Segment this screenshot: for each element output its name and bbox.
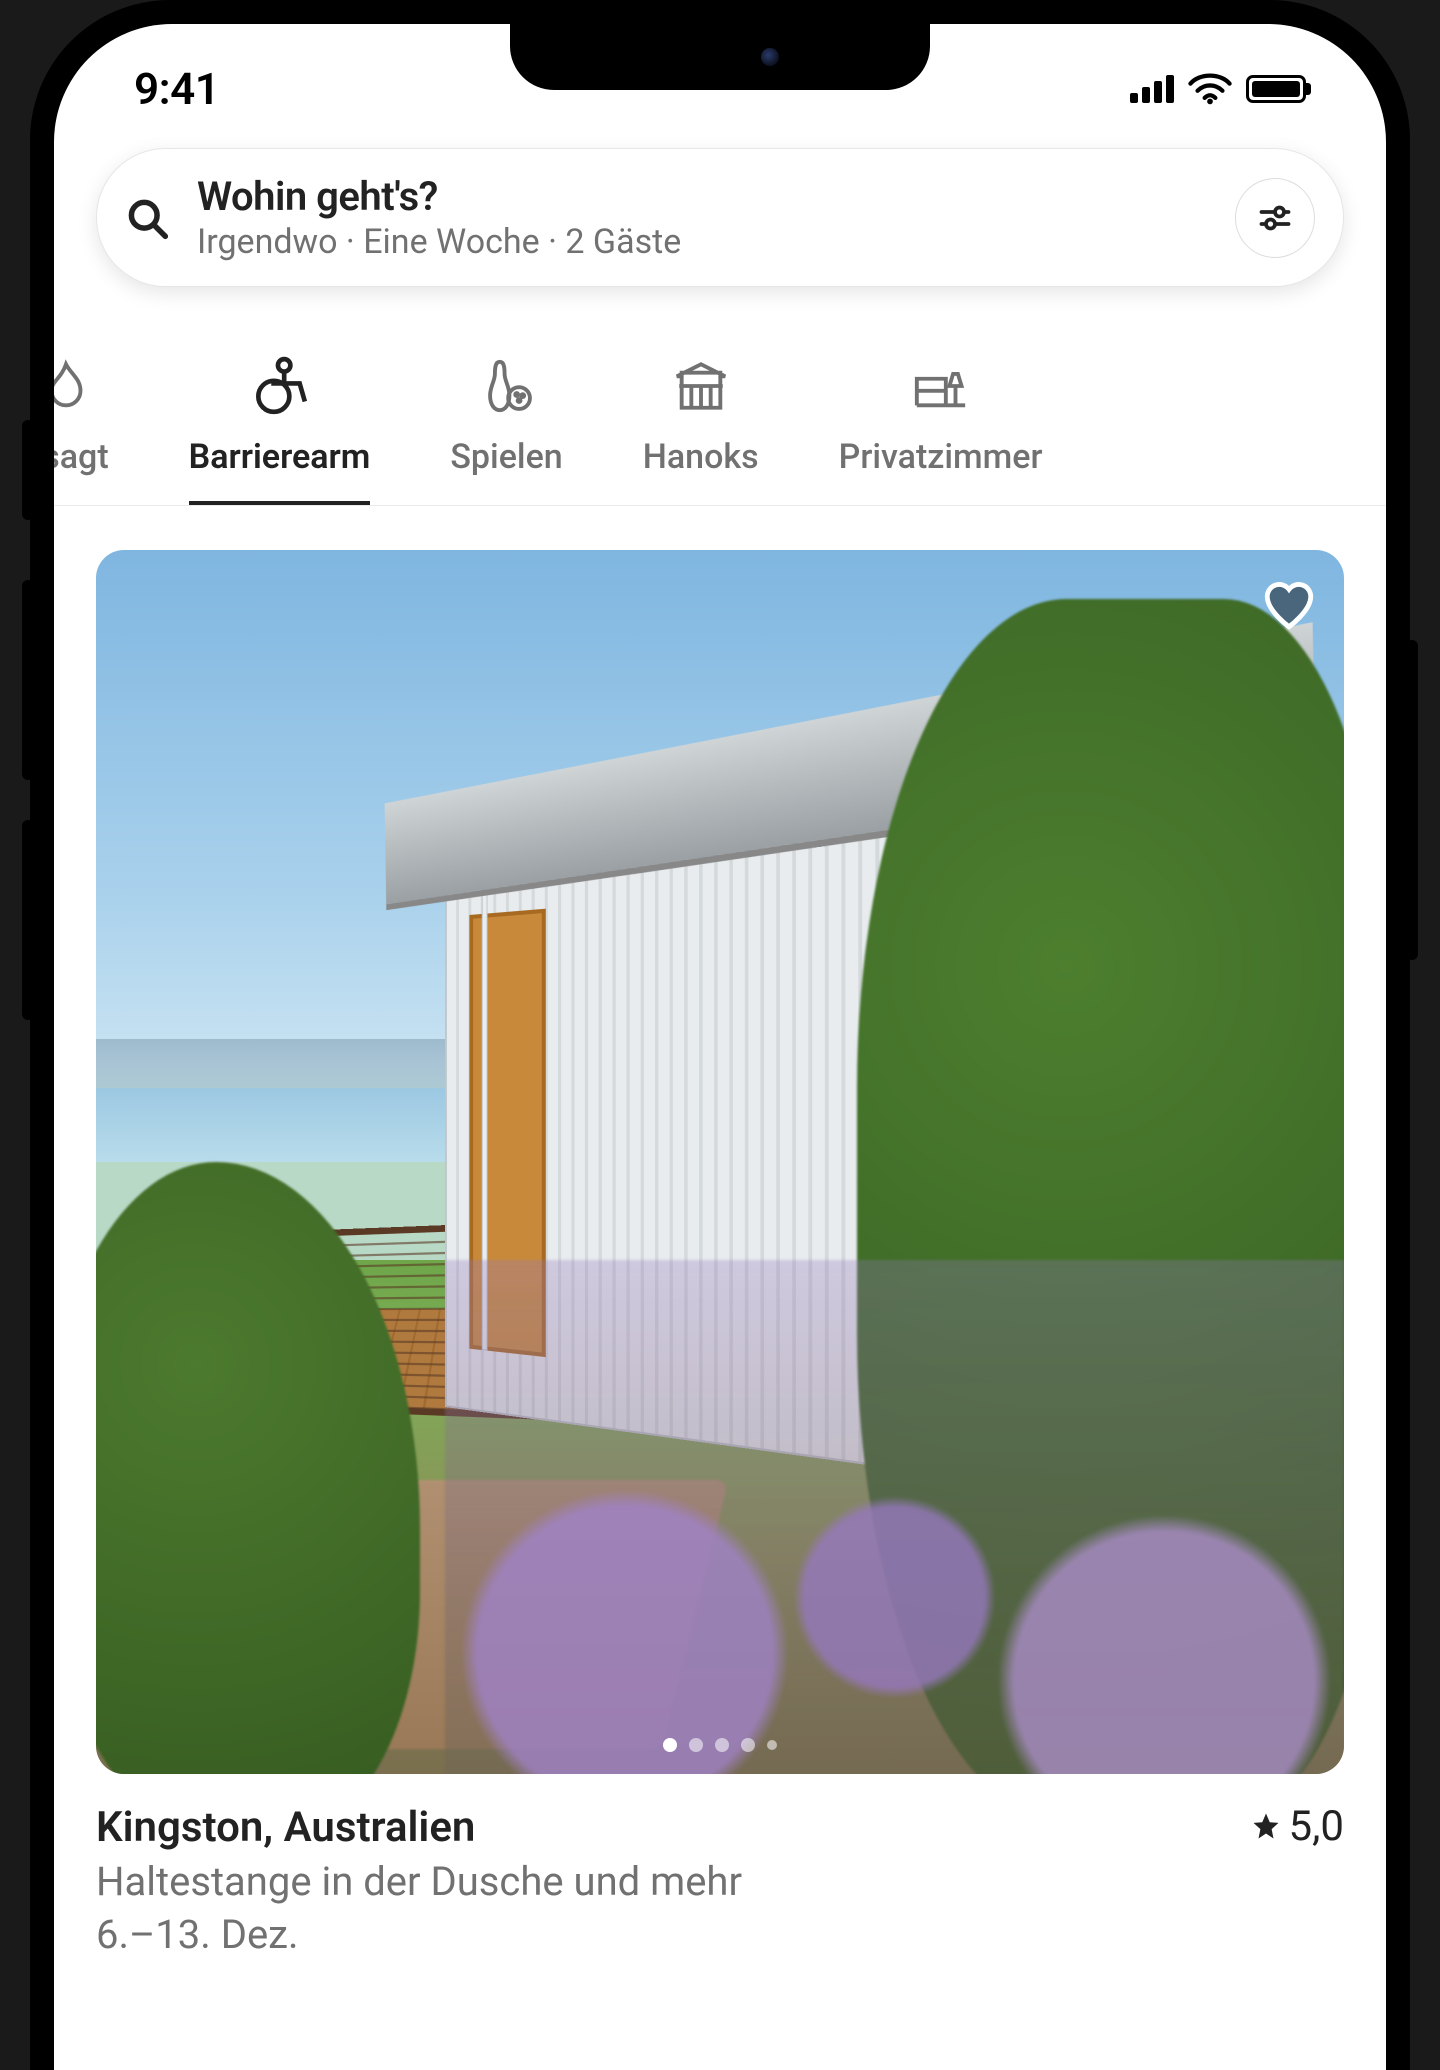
listing-rating-value: 5,0 xyxy=(1289,1802,1344,1851)
listing-image[interactable] xyxy=(96,550,1344,1774)
phone-side-button xyxy=(22,580,34,780)
category-tab-privatzimmer[interactable]: Privatzimmer xyxy=(799,339,1083,505)
category-label: Spielen xyxy=(450,437,562,477)
dot xyxy=(715,1738,729,1752)
listing-dates: 6.–13. Dez. xyxy=(96,1911,1344,1958)
category-tab-spielen[interactable]: Spielen xyxy=(410,339,602,505)
phone-frame: 9:41 Wohi xyxy=(30,0,1410,2070)
listing-photo-placeholder xyxy=(96,550,1344,1774)
image-pagination-dots xyxy=(663,1738,777,1752)
wifi-icon xyxy=(1188,73,1232,105)
fire-icon xyxy=(54,355,97,417)
category-label: Barrierearm xyxy=(189,437,371,477)
dot xyxy=(741,1738,755,1752)
bed-lamp-icon xyxy=(910,355,972,417)
phone-screen: 9:41 Wohi xyxy=(54,24,1386,2070)
category-tab-barrierearm[interactable]: Barrierearm xyxy=(149,339,411,505)
heart-icon xyxy=(1260,576,1318,634)
category-label: Hanoks xyxy=(643,437,759,477)
status-icons xyxy=(1130,73,1306,105)
filter-button[interactable] xyxy=(1235,178,1315,258)
star-icon xyxy=(1251,1811,1281,1841)
cellular-signal-icon xyxy=(1130,75,1174,103)
favorite-button[interactable] xyxy=(1260,576,1318,638)
category-tabs[interactable]: esagt Barrierearm xyxy=(54,299,1386,506)
listing-location: Kingston, Australien xyxy=(96,1803,475,1852)
phone-notch xyxy=(510,24,930,90)
search-icon xyxy=(125,196,169,240)
search-bar[interactable]: Wohin geht's? Irgendwo · Eine Woche · 2 … xyxy=(96,148,1344,287)
listing-feature: Haltestange in der Dusche und mehr xyxy=(96,1858,1344,1905)
category-label: Privatzimmer xyxy=(839,437,1043,477)
phone-side-button xyxy=(1406,640,1418,960)
phone-side-button xyxy=(22,820,34,1020)
search-subtitle: Irgendwo · Eine Woche · 2 Gäste xyxy=(197,222,1207,262)
phone-side-button xyxy=(22,420,34,520)
bowling-icon xyxy=(476,355,538,417)
filter-icon xyxy=(1257,200,1293,236)
category-tab-hanoks[interactable]: Hanoks xyxy=(603,339,799,505)
battery-icon xyxy=(1246,75,1306,103)
search-title: Wohin geht's? xyxy=(197,173,1207,220)
listing-rating: 5,0 xyxy=(1251,1802,1344,1851)
listing-meta: Kingston, Australien 5,0 Haltestange in … xyxy=(96,1774,1344,1959)
category-label: esagt xyxy=(54,437,109,477)
status-time: 9:41 xyxy=(134,63,219,115)
dot xyxy=(767,1740,777,1750)
dot xyxy=(663,1738,677,1752)
wheelchair-icon xyxy=(248,355,310,417)
category-tab-angesagt[interactable]: esagt xyxy=(54,339,149,505)
dot xyxy=(689,1738,703,1752)
hanok-icon xyxy=(670,355,732,417)
